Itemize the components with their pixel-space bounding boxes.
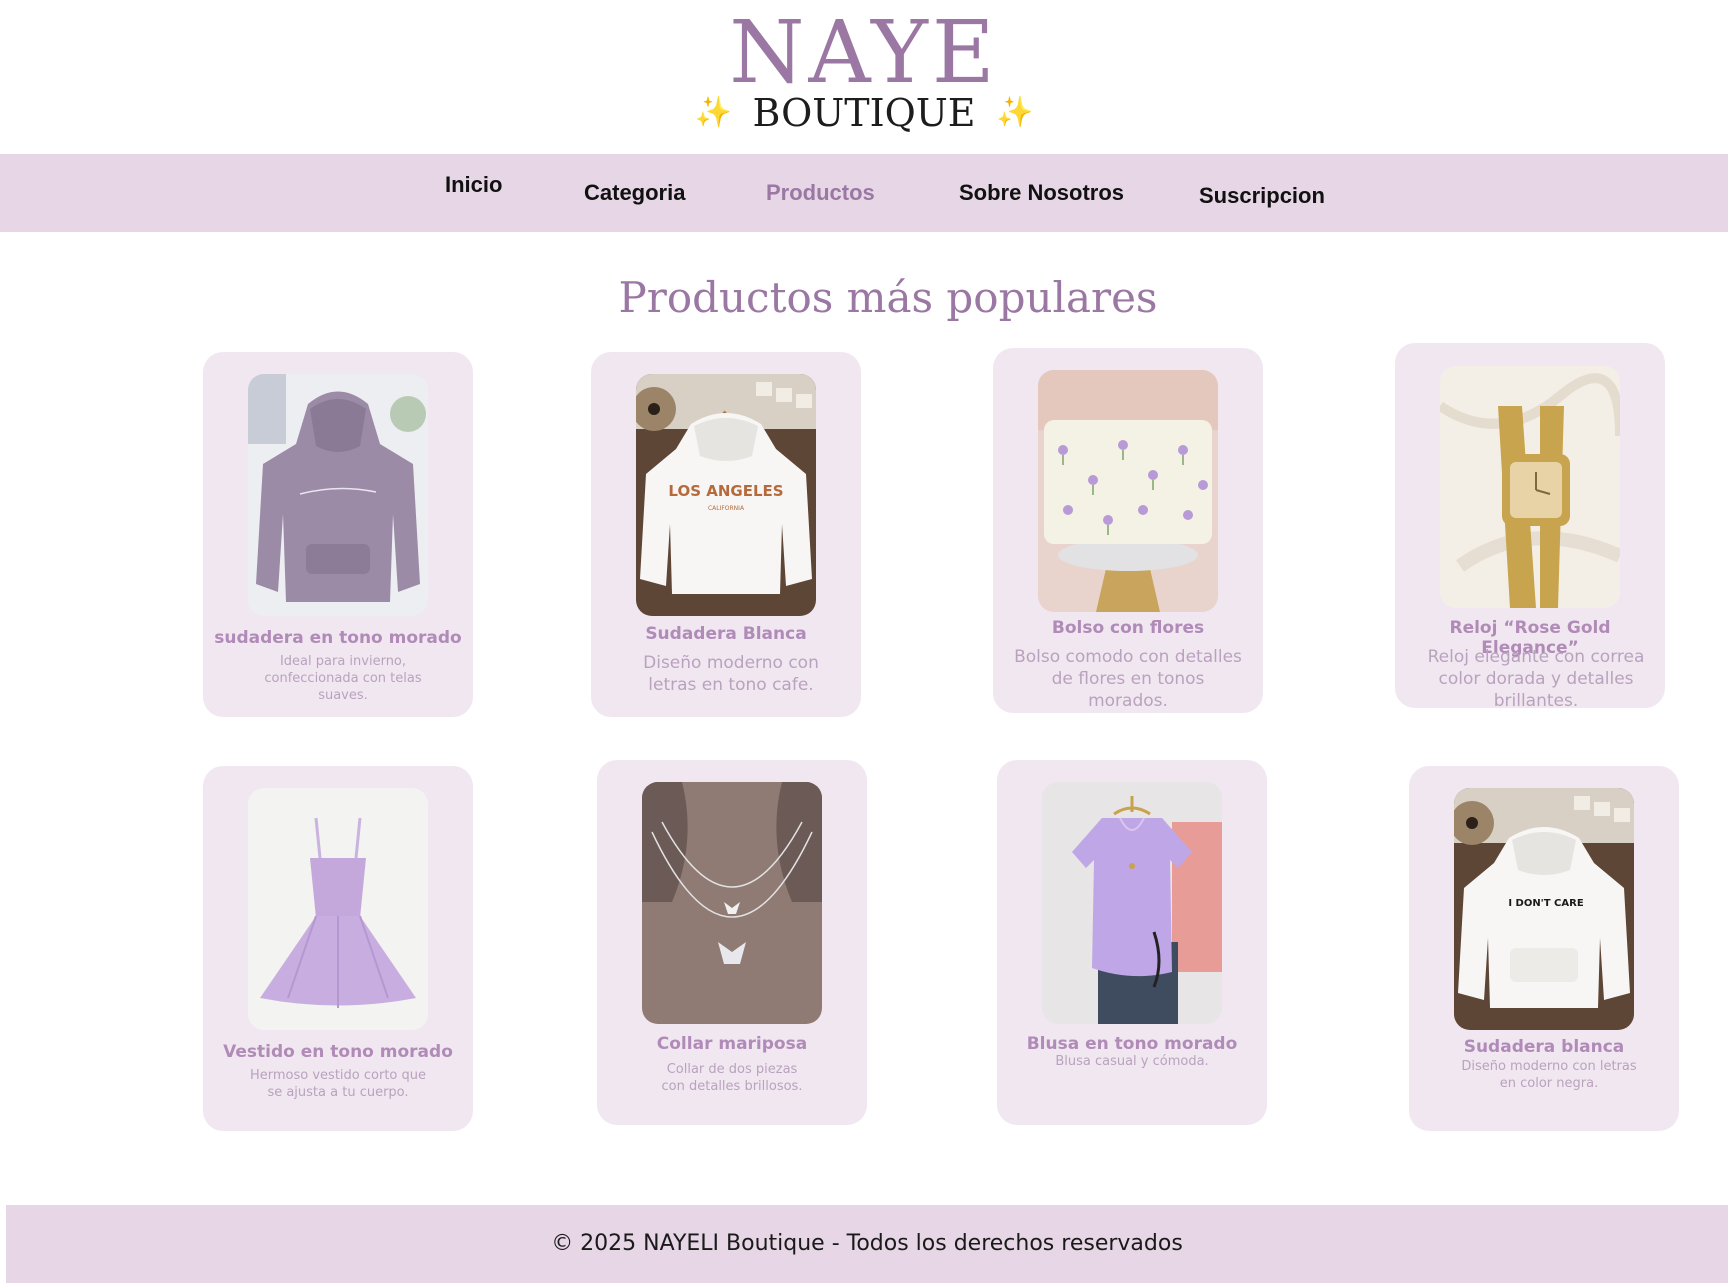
product-title: Sudadera blanca [1463, 1037, 1625, 1057]
product-title: Bolso con flores [1051, 618, 1205, 638]
footer-copyright: © 2025 NAYELI Boutique - Todos los derec… [551, 1231, 1183, 1256]
nav-item-categoria[interactable]: Categoria [584, 154, 685, 232]
hoodie-print-text: I DON'T CARE [1508, 898, 1584, 909]
sparkle-icon: ✨ [996, 96, 1034, 129]
hoodie-print-text: LOS ANGELES [668, 482, 783, 500]
section-title: Productos más populares [618, 273, 1158, 322]
product-description: Ideal para invierno, confeccionada con t… [264, 654, 422, 703]
product-image-purple-dress[interactable] [248, 788, 428, 1030]
nav-item-sobre-nosotros[interactable]: Sobre Nosotros [959, 154, 1124, 232]
product-image-purple-blouse[interactable] [1042, 782, 1222, 1024]
product-title: Sudadera Blanca [645, 624, 807, 644]
product-image-white-hoodie[interactable]: LOS ANGELES CALIFORNIA [636, 374, 816, 616]
product-description: Bolso comodo con detalles de flores en t… [1014, 647, 1242, 712]
product-image-gold-watch[interactable] [1440, 366, 1620, 608]
hoodie-print-subtext: CALIFORNIA [708, 505, 745, 512]
logo-name: NAYE [729, 3, 999, 103]
product-image-floral-bag[interactable] [1038, 370, 1218, 612]
sparkle-icon: ✨ [694, 96, 732, 129]
product-title: Collar mariposa [656, 1034, 808, 1054]
boutique-logo[interactable]: NAYE ✨ BOUTIQUE ✨ [0, 0, 1728, 150]
product-title: Vestido en tono morado [223, 1042, 453, 1062]
product-description: Reloj elegante con correa color dorada y… [1427, 647, 1645, 712]
product-card[interactable]: sudadera en tono morado Ideal para invie… [203, 352, 473, 717]
nav-item-suscripcion[interactable]: Suscripcion [1199, 157, 1325, 235]
product-card[interactable]: Collar mariposa Collar de dos piezas con… [597, 760, 867, 1125]
logo-subtitle-row: ✨ BOUTIQUE ✨ [0, 92, 1728, 134]
product-card[interactable]: Vestido en tono morado Hermoso vestido c… [203, 766, 473, 1131]
product-card[interactable]: Reloj “Rose Gold Elegance” Reloj elegant… [1395, 343, 1665, 711]
nav-item-inicio[interactable]: Inicio [445, 146, 502, 224]
product-card[interactable]: LOS ANGELES CALIFORNIA Sudadera Blanca D… [591, 352, 861, 717]
product-card[interactable]: Bolso con flores Bolso comodo con detall… [993, 348, 1263, 713]
product-card[interactable]: I DON'T CARE Sudadera blanca Diseño mode… [1409, 766, 1679, 1131]
product-image-white-hoodie-black-text[interactable]: I DON'T CARE [1454, 788, 1634, 1030]
product-title: Blusa en tono morado [1026, 1034, 1238, 1054]
product-description: Collar de dos piezas con detalles brillo… [661, 1062, 803, 1094]
product-description: Diseño moderno con letras en color negra… [1461, 1059, 1637, 1091]
product-description: Blusa casual y cómoda. [1055, 1054, 1209, 1069]
page: NAYE ✨ BOUTIQUE ✨ Inicio Categoria Produ… [0, 0, 1728, 1287]
nav-item-productos[interactable]: Productos [766, 154, 875, 232]
logo-subtitle: BOUTIQUE [752, 91, 976, 135]
main-nav: Inicio Categoria Productos Sobre Nosotro… [0, 154, 1728, 232]
product-title: sudadera en tono morado [214, 628, 462, 648]
product-description: Diseño moderno con letras en tono cafe. [643, 653, 819, 696]
product-description: Hermoso vestido corto que se ajusta a tu… [250, 1068, 426, 1100]
product-image-purple-hoodie[interactable] [248, 374, 428, 616]
product-image-butterfly-necklace[interactable] [642, 782, 822, 1024]
footer: © 2025 NAYELI Boutique - Todos los derec… [6, 1205, 1728, 1283]
product-card[interactable]: Blusa en tono morado Blusa casual y cómo… [997, 760, 1267, 1125]
